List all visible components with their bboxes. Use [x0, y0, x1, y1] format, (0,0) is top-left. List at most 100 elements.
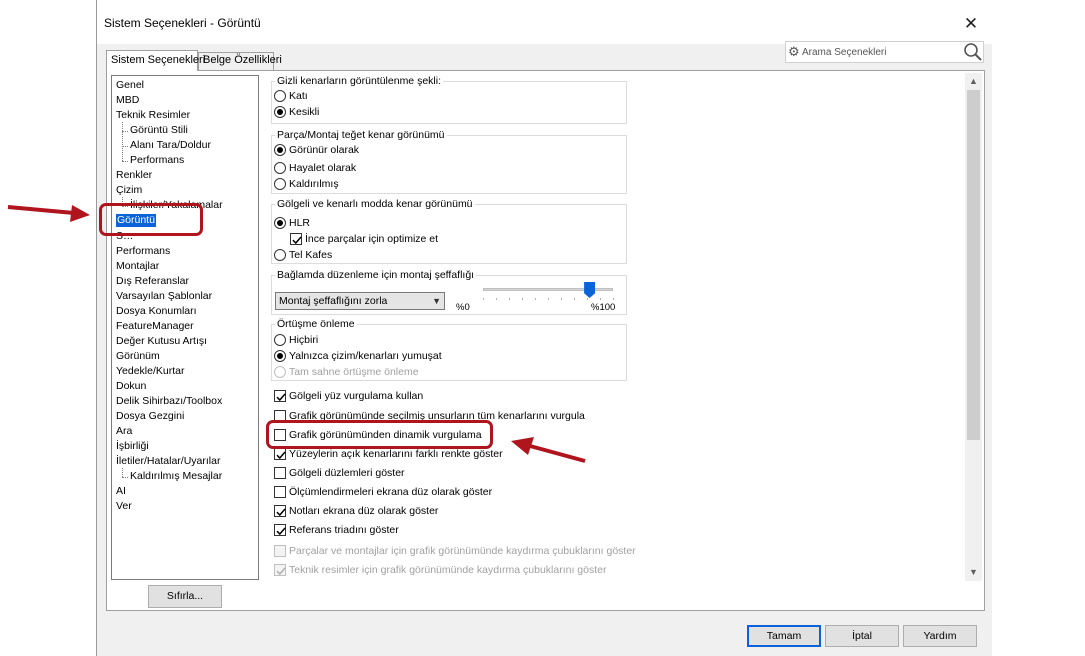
radio-antialias-edges[interactable] [274, 350, 286, 362]
radio-hidden-solid[interactable] [274, 90, 286, 102]
scrollbar-thumb[interactable] [967, 90, 980, 440]
tree-item[interactable]: Montajlar [116, 260, 159, 273]
tree-item[interactable]: Renkler [116, 169, 152, 182]
dropdown-value: Montaj şeffaflığını zorla [279, 295, 388, 307]
slider-max-label: %100 [591, 302, 616, 313]
radio-label: Katı [289, 90, 308, 102]
tree-item[interactable]: Varsayılan Şablonlar [116, 290, 212, 303]
checkbox-label: Referans triadını göster [289, 524, 399, 536]
vertical-scrollbar[interactable]: ▲ ▼ [965, 73, 982, 581]
antialiasing-group: Örtüşme önleme Hiçbiri Yalnızca çizim/ke… [271, 318, 627, 381]
tree-item[interactable]: Değer Kutusu Artışı [116, 335, 207, 348]
tree-item[interactable]: Görüntü Stili [130, 124, 188, 137]
checkbox-label: Gölgeli yüz vurgulama kullan [289, 390, 424, 402]
close-button[interactable]: ✕ [957, 12, 985, 36]
transparency-slider-thumb[interactable] [584, 282, 596, 298]
tree-connector [122, 468, 123, 478]
slider-tick [496, 298, 497, 300]
title-bar: Sistem Seçenekleri - Görüntü ✕ [97, 0, 992, 44]
hidden-edges-group: Gizli kenarların görüntülenme şekli: Kat… [271, 75, 627, 124]
checkbox[interactable] [274, 564, 286, 576]
tree-item[interactable]: Performans [116, 245, 170, 258]
help-button[interactable]: Yardım [903, 625, 977, 647]
radio-label: Tam sahne örtüşme önleme [289, 366, 419, 378]
radio-antialias-none[interactable] [274, 334, 286, 346]
checkbox[interactable] [274, 486, 286, 498]
tree-item[interactable]: İşbirliği [116, 440, 149, 453]
checkbox[interactable] [274, 505, 286, 517]
tree-item[interactable]: Kaldırılmış Mesajlar [130, 470, 222, 483]
tab-system-options[interactable]: Sistem Seçenekleri [106, 50, 205, 71]
ok-button[interactable]: Tamam [747, 625, 821, 647]
annotation-highlight-dynamic-highlight [266, 420, 493, 449]
tree-item[interactable]: Çizim [116, 184, 142, 197]
radio-label: Hiçbiri [289, 334, 319, 346]
tree-item[interactable]: Görünüm [116, 350, 160, 363]
radio-label: Kaldırılmış [289, 178, 339, 190]
options-dialog: Sistem Seçenekleri - Görüntü ✕ Sistem Se… [97, 0, 992, 656]
checkbox-label: Notları ekrana düz olarak göster [289, 505, 439, 517]
tree-item[interactable]: MBD [116, 94, 139, 107]
checkbox-label: Gölgeli düzlemleri göster [289, 467, 405, 479]
tree-item[interactable]: İletiler/Hatalar/Uyarılar [116, 455, 220, 468]
reset-button[interactable]: Sıfırla... [148, 585, 222, 608]
radio-hidden-dashed[interactable] [274, 106, 286, 118]
slider-min-label: %0 [456, 302, 470, 313]
tree-item[interactable]: Dosya Gezgini [116, 410, 184, 423]
tree-item[interactable]: Genel [116, 79, 144, 92]
options-tree[interactable]: Genel MBD Teknik Resimler Görüntü Stili Alan… [111, 75, 259, 580]
tree-item[interactable]: Dış Referanslar [116, 275, 189, 288]
checkbox-optimize-thin-parts[interactable] [290, 233, 302, 245]
annotation-arrowhead-1 [70, 205, 90, 222]
check-icon [276, 508, 286, 517]
transparency-dropdown[interactable]: Montaj şeffaflığını zorla ▼ [275, 292, 445, 310]
tree-item[interactable]: Ara [116, 425, 132, 438]
slider-tick [522, 298, 523, 300]
tree-item[interactable]: Yedekle/Kurtar [116, 365, 185, 378]
radio-label: Kesikli [289, 106, 320, 118]
checkbox-label: Parçalar ve montajlar için grafik görünü… [289, 545, 636, 557]
radio-wireframe[interactable] [274, 249, 286, 261]
tree-connector [122, 161, 128, 163]
checkbox[interactable] [274, 545, 286, 557]
tree-item[interactable]: Delik Sihirbazı/Toolbox [116, 395, 222, 408]
scroll-down-icon[interactable]: ▼ [965, 564, 982, 581]
tab-document-properties[interactable]: Belge Özellikleri [198, 52, 282, 70]
group-label: Bağlamda düzenleme için montaj şeffaflığ… [275, 269, 477, 282]
check-icon [276, 527, 286, 536]
checkbox[interactable] [274, 448, 286, 460]
checkbox-label: Teknik resimler için grafik görünümünde … [289, 564, 607, 576]
tree-item[interactable]: FeatureManager [116, 320, 194, 333]
slider-tick [613, 298, 614, 300]
slider-tick [548, 298, 549, 300]
slider-tick [535, 298, 536, 300]
tree-item[interactable]: Dosya Konumları [116, 305, 197, 318]
scroll-up-icon[interactable]: ▲ [965, 73, 982, 90]
checkbox[interactable] [274, 467, 286, 479]
search-icon[interactable] [963, 42, 983, 62]
tree-item[interactable]: AI [116, 485, 126, 498]
checkbox-label: İnce parçalar için optimize et [305, 233, 439, 245]
checkbox[interactable] [274, 390, 286, 402]
tree-item[interactable]: Teknik Resimler [116, 109, 190, 122]
radio-tangent-phantom[interactable] [274, 162, 286, 174]
gear-icon[interactable]: ⚙ [788, 44, 800, 60]
annotation-arrow-1 [7, 205, 75, 215]
cancel-button[interactable]: İptal [825, 625, 899, 647]
checkbox[interactable] [274, 524, 286, 536]
radio-hlr[interactable] [274, 217, 286, 229]
radio-label: Tel Kafes [289, 249, 333, 261]
radio-tangent-visible[interactable] [274, 144, 286, 156]
radio-antialias-full-scene[interactable] [274, 366, 286, 378]
tree-item[interactable]: Ver [116, 500, 132, 513]
check-icon [276, 451, 286, 460]
slider-tick [600, 298, 601, 300]
group-label: Örtüşme önleme [275, 318, 357, 331]
radio-tangent-removed[interactable] [274, 178, 286, 190]
tree-item[interactable]: Alanı Tara/Doldur [130, 139, 211, 152]
tangent-edges-group: Parça/Montaj teğet kenar görünümü Görünü… [271, 129, 627, 194]
tree-item[interactable]: Performans [130, 154, 184, 167]
slider-tick [561, 298, 562, 300]
search-input[interactable]: ⚙ Arama Seçenekleri [785, 41, 984, 63]
tree-item[interactable]: Dokun [116, 380, 146, 393]
